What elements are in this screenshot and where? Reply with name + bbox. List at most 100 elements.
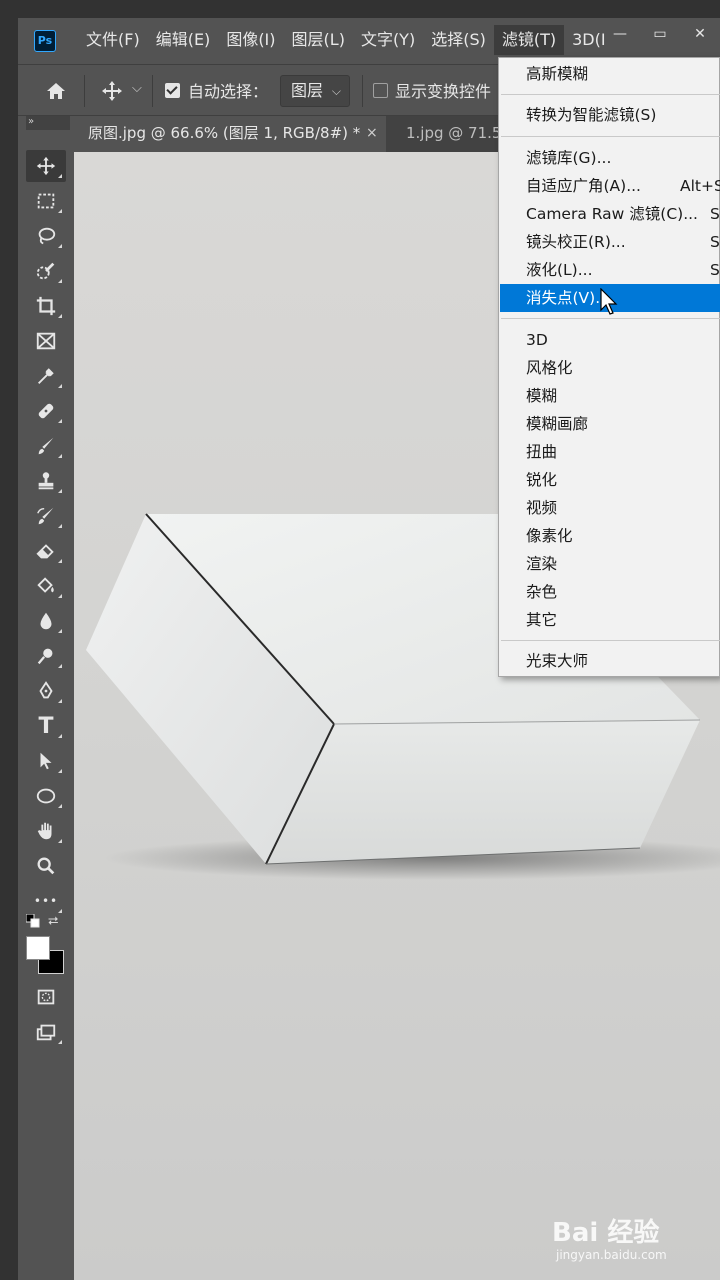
brush-icon xyxy=(38,437,54,455)
menu-item-adaptive-wide-angle[interactable]: 自适应广角(A)... Alt+S xyxy=(500,172,720,200)
pen-tool[interactable] xyxy=(26,675,66,707)
screen-mode-tool[interactable] xyxy=(26,1016,66,1048)
ellipse-icon xyxy=(36,788,56,804)
move-tool[interactable] xyxy=(26,150,66,182)
restore-button[interactable]: ▭ xyxy=(640,18,680,52)
stamp-tool[interactable] xyxy=(26,465,66,497)
brush-tool[interactable] xyxy=(26,430,66,462)
foreground-color-swatch[interactable] xyxy=(26,936,50,960)
watermark-url: jingyan.baidu.com xyxy=(556,1248,667,1262)
menu-item-convert-smart-filter[interactable]: 转换为智能滤镜(S) xyxy=(500,101,720,129)
quick-mask-tool[interactable] xyxy=(26,981,66,1013)
paint-bucket-icon xyxy=(37,577,54,593)
menu-item-other[interactable]: 其它 xyxy=(500,606,720,634)
menu-item-filter-gallery[interactable]: 滤镜库(G)... xyxy=(500,144,720,172)
menu-file[interactable]: 文件(F) xyxy=(78,25,148,55)
menu-item-sharpen[interactable]: 锐化 xyxy=(500,466,720,494)
history-brush-icon xyxy=(37,507,54,525)
menu-item-blur[interactable]: 模糊 xyxy=(500,382,720,410)
menu-item-3d[interactable]: 3D xyxy=(500,326,720,354)
close-icon[interactable]: × xyxy=(366,116,378,150)
menu-type[interactable]: 文字(Y) xyxy=(353,25,423,55)
type-tool[interactable]: T xyxy=(26,710,66,742)
ellipse-tool[interactable] xyxy=(26,780,66,812)
zoom-tool[interactable] xyxy=(26,850,66,882)
dodge-tool[interactable] xyxy=(26,640,66,672)
menu-item-shortcut: S xyxy=(710,233,720,251)
menu-item-label: 扭曲 xyxy=(526,443,558,461)
home-icon[interactable] xyxy=(44,79,68,103)
tab-1-jpg[interactable]: 1.jpg @ 71.5 xyxy=(392,116,512,152)
toolbar-collapse-icon[interactable]: » xyxy=(26,116,70,130)
menu-item-shortcut: S xyxy=(710,205,720,223)
auto-select-target-dropdown[interactable]: 图层 ⌵ xyxy=(280,75,350,107)
move-tool-icon[interactable] xyxy=(100,79,124,103)
quick-mask-icon xyxy=(37,989,55,1005)
menu-item-label: 风格化 xyxy=(526,359,573,377)
chevron-down-icon[interactable]: ⌵ xyxy=(132,81,142,96)
auto-select-checkbox[interactable] xyxy=(165,83,180,98)
hand-tool[interactable] xyxy=(26,815,66,847)
menu-item-label: 自适应广角(A)... xyxy=(526,177,641,195)
default-colors-icon[interactable] xyxy=(26,914,40,928)
watermark-brand: Bai 经验 xyxy=(552,1218,660,1248)
crop-icon xyxy=(36,296,56,316)
menu-select[interactable]: 选择(S) xyxy=(423,25,494,55)
menu-item-pixelate[interactable]: 像素化 xyxy=(500,522,720,550)
options-divider xyxy=(152,75,153,107)
menu-image[interactable]: 图像(I) xyxy=(218,25,283,55)
pen-icon xyxy=(39,681,53,699)
show-transform-checkbox[interactable] xyxy=(373,83,388,98)
history-brush-tool[interactable] xyxy=(26,500,66,532)
blur-tool[interactable] xyxy=(26,605,66,637)
more-tools-button[interactable]: ••• xyxy=(26,885,66,917)
baidu-jingyan-watermark: Bai 经验 jingyan.baidu.com xyxy=(552,1212,692,1268)
auto-select-label: 自动选择： xyxy=(188,82,269,101)
menu-item-liquify[interactable]: 液化(L)... S xyxy=(500,256,720,284)
healing-brush-tool[interactable] xyxy=(26,395,66,427)
menu-item-lens-correction[interactable]: 镜头校正(R)... S xyxy=(500,228,720,256)
menu-item-gaussian-blur[interactable]: 高斯模糊 xyxy=(500,60,720,88)
paint-bucket-tool[interactable] xyxy=(26,570,66,602)
dropdown-value: 图层 xyxy=(291,81,324,100)
menu-item-label: 像素化 xyxy=(526,527,573,545)
menu-item-shortcut: Alt+S xyxy=(680,177,720,195)
menu-item-noise[interactable]: 杂色 xyxy=(500,578,720,606)
tab-original-jpg[interactable]: 原图.jpg @ 66.6% (图层 1, RGB/8#) * × xyxy=(74,116,386,152)
crop-tool[interactable] xyxy=(26,290,66,322)
menu-item-blur-gallery[interactable]: 模糊画廊 xyxy=(500,410,720,438)
menu-divider xyxy=(501,640,720,641)
menu-item-video[interactable]: 视频 xyxy=(500,494,720,522)
frame-icon xyxy=(36,332,56,350)
menu-item-render[interactable]: 渲染 xyxy=(500,550,720,578)
minimize-button[interactable]: — xyxy=(600,18,640,52)
close-button[interactable]: ✕ xyxy=(680,18,720,52)
menu-item-label: 模糊画廊 xyxy=(526,415,589,433)
lasso-tool[interactable] xyxy=(26,220,66,252)
menu-item-light-beam[interactable]: 光束大师 xyxy=(500,647,720,675)
quick-select-tool[interactable] xyxy=(26,255,66,287)
screen-mode-icon xyxy=(36,1024,56,1041)
drop-icon xyxy=(40,612,52,630)
photoshop-logo-icon: Ps xyxy=(34,30,56,52)
menu-bar: Ps 文件(F) 编辑(E) 图像(I) 图层(L) 文字(Y) 选择(S) 滤… xyxy=(18,18,720,62)
filter-menu-dropdown: 高斯模糊 转换为智能滤镜(S) 滤镜库(G)... 自适应广角(A)... Al… xyxy=(498,57,720,677)
menu-item-label: 其它 xyxy=(526,611,558,629)
swap-colors-icon[interactable]: ⮂ xyxy=(48,914,58,929)
menu-layer[interactable]: 图层(L) xyxy=(284,25,353,55)
menu-item-stylize[interactable]: 风格化 xyxy=(500,354,720,382)
marquee-tool[interactable] xyxy=(26,185,66,217)
menu-item-label: 光束大师 xyxy=(526,652,589,670)
menu-item-camera-raw[interactable]: Camera Raw 滤镜(C)... S xyxy=(500,200,720,228)
path-select-tool[interactable] xyxy=(26,745,66,777)
frame-tool[interactable] xyxy=(26,325,66,357)
bandage-icon xyxy=(38,403,54,419)
eraser-tool[interactable] xyxy=(26,535,66,567)
marquee-icon xyxy=(37,193,55,209)
menu-item-label: 锐化 xyxy=(526,471,558,489)
menu-filter[interactable]: 滤镜(T) xyxy=(493,25,565,55)
menu-divider xyxy=(501,318,720,319)
eyedropper-tool[interactable] xyxy=(26,360,66,392)
menu-edit[interactable]: 编辑(E) xyxy=(148,25,219,55)
menu-item-distort[interactable]: 扭曲 xyxy=(500,438,720,466)
